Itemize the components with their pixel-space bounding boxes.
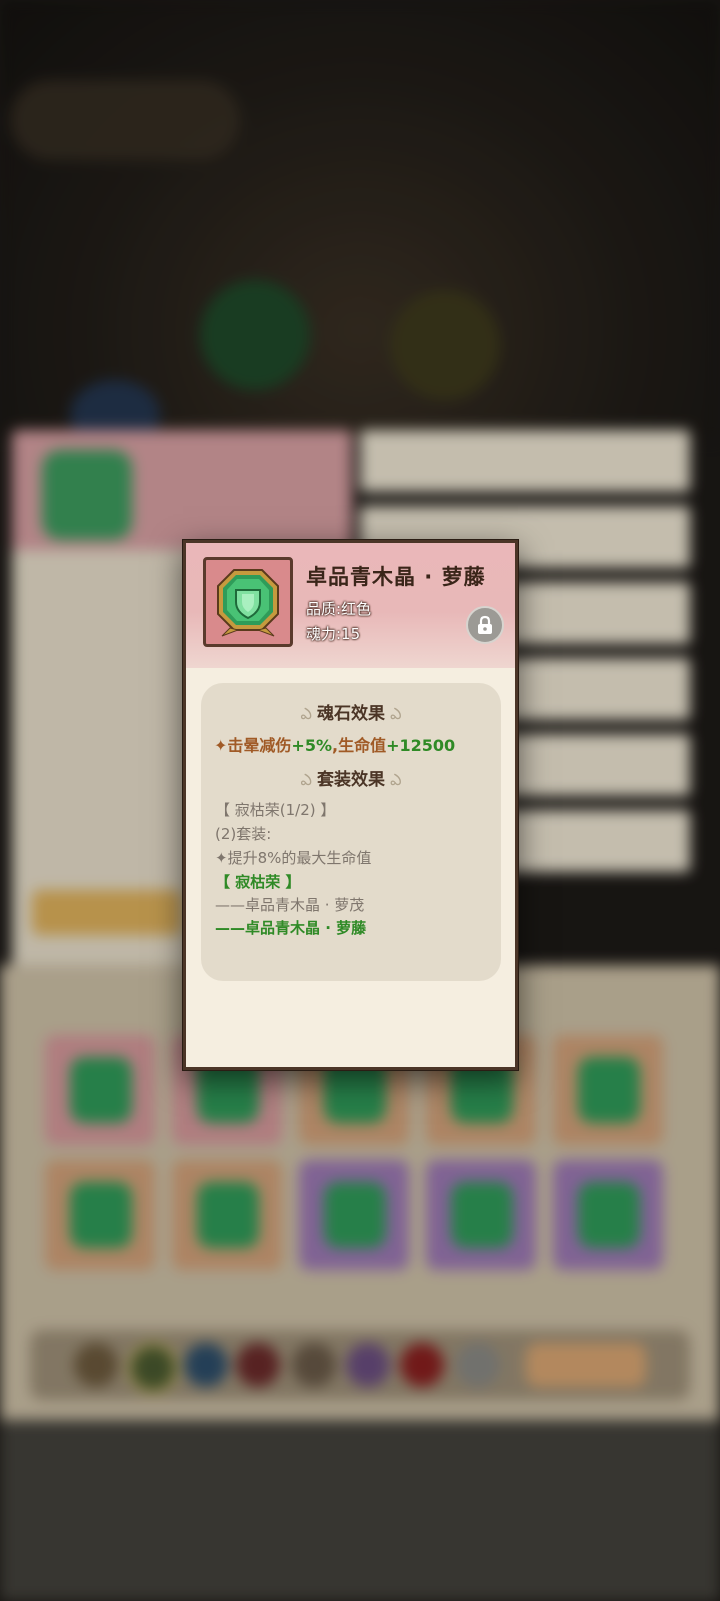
set-name-active: 【 寂枯荣 】 — [215, 873, 301, 891]
set-effect-title: ఎ 套装效果 ఎ — [300, 770, 402, 790]
hp-label: 生命值 — [338, 736, 387, 755]
hp-value: +12500 — [386, 736, 456, 755]
effects-panel: ఎ 魂石效果 ఎ ✦击晕减伤+5%,生命值+12500 ఎ 套装效果 ఎ 【 寂… — [201, 683, 501, 981]
set-bonus: ✦提升8%的最大生命值 — [215, 849, 372, 867]
item-icon-frame — [203, 557, 293, 647]
set-piece-item: ——卓品青木晶 · 萝茂 — [215, 896, 365, 914]
stun-reduction-value: +5% — [291, 736, 332, 755]
green-crystal-shield-icon — [217, 569, 279, 637]
bullet-icon: ✦ — [214, 736, 228, 755]
item-soul-power: 魂力:15 — [306, 625, 361, 643]
lock-button[interactable] — [466, 606, 504, 644]
popup-header: 卓品青木晶 · 萝藤 品质:红色 魂力:15 — [186, 543, 515, 668]
set-two-piece-label: (2)套装: — [215, 825, 272, 843]
item-quality: 品质:红色 — [306, 600, 372, 618]
lock-icon — [478, 615, 492, 634]
item-detail-popup: 卓品青木晶 · 萝藤 品质:红色 魂力:15 ఎ 魂石效果 ఎ ✦击晕减伤+5%… — [183, 540, 518, 1070]
stun-reduction-label: 击晕减伤 — [227, 736, 292, 755]
item-name: 卓品青木晶 · 萝藤 — [306, 565, 486, 589]
set-name-count: 【 寂枯荣(1/2) 】 — [215, 801, 336, 819]
soul-effect-title: ఎ 魂石效果 ఎ — [300, 704, 402, 724]
soul-effect-stats: ✦击晕减伤+5%,生命值+12500 — [214, 732, 455, 756]
set-piece-item: ——卓品青木晶 · 萝藤 — [215, 919, 367, 937]
